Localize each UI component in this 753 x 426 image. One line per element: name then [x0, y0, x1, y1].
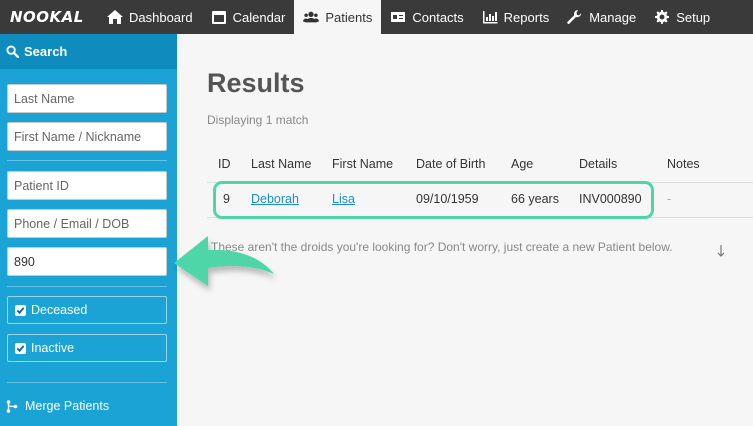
top-nav: NOOKAL Dashboard Calendar Patients Conta…: [0, 0, 753, 34]
nav-setup[interactable]: Setup: [645, 0, 719, 34]
column-header-details[interactable]: Details: [579, 157, 617, 171]
phone-email-dob-input[interactable]: Phone / Email / DOB: [7, 209, 167, 238]
search-icon: [6, 45, 19, 58]
sidebar-divider: [7, 286, 167, 287]
column-header-id[interactable]: ID: [218, 157, 231, 171]
column-header-age[interactable]: Age: [511, 157, 533, 171]
cell-notes: -: [667, 192, 672, 206]
nav-calendar[interactable]: Calendar: [202, 0, 295, 34]
checkbox-checked-icon: [15, 342, 26, 354]
column-header-first-name[interactable]: First Name: [332, 157, 393, 171]
users-icon: [303, 11, 320, 23]
column-header-dob[interactable]: Date of Birth: [416, 157, 485, 171]
inactive-checkbox[interactable]: Inactive: [7, 334, 167, 362]
sidebar-divider: [7, 160, 167, 161]
last-name-input[interactable]: Last Name: [7, 84, 167, 113]
sidebar-divider: [7, 382, 167, 383]
text-cursor-icon: [717, 245, 725, 257]
patient-id-input[interactable]: Patient ID: [7, 171, 167, 200]
column-header-notes[interactable]: Notes: [667, 157, 700, 171]
id-card-icon: [391, 12, 406, 22]
nav-contacts[interactable]: Contacts: [381, 0, 472, 34]
checkbox-checked-icon: [15, 304, 26, 316]
column-header-last-name[interactable]: Last Name: [251, 157, 311, 171]
nav-dashboard[interactable]: Dashboard: [98, 0, 202, 34]
sidebar-search-header[interactable]: Search: [0, 34, 177, 69]
nav-manage[interactable]: Manage: [558, 0, 645, 34]
home-icon: [107, 10, 123, 24]
annotation-arrow-icon: [174, 236, 274, 286]
nav-patients[interactable]: Patients: [294, 0, 382, 34]
match-count: Displaying 1 match: [207, 113, 309, 127]
calendar-icon: [211, 11, 226, 24]
merge-patients-link[interactable]: Merge Patients: [6, 399, 109, 413]
deceased-checkbox[interactable]: Deceased: [7, 296, 167, 324]
search-sidebar: Search Last Name First Name / Nickname P…: [0, 34, 177, 426]
nav-reports[interactable]: Reports: [473, 0, 559, 34]
page-title: Results: [207, 68, 305, 98]
gear-icon: [655, 10, 670, 24]
nookal-logo[interactable]: NOOKAL: [0, 0, 98, 34]
wrench-icon: [567, 10, 582, 24]
result-highlight-annotation: [213, 181, 654, 219]
first-name-input[interactable]: First Name / Nickname: [7, 122, 167, 151]
search-query-input[interactable]: 890: [7, 247, 167, 276]
bar-chart-icon: [482, 11, 498, 24]
merge-icon: [6, 399, 18, 413]
